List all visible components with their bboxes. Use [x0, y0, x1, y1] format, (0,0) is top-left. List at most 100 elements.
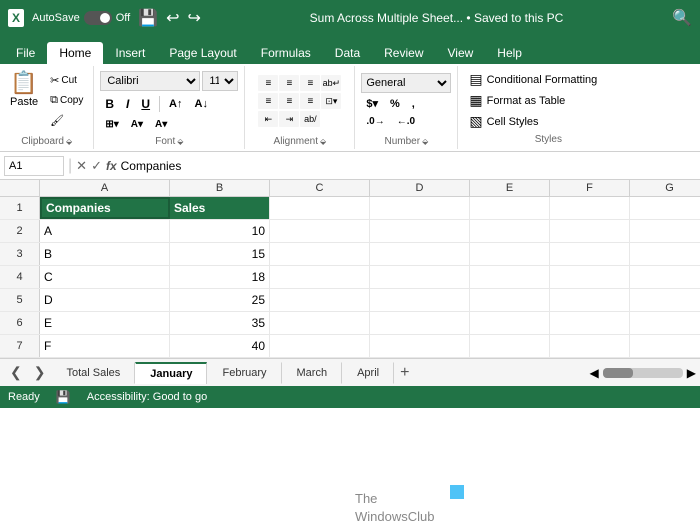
increase-indent-button[interactable]: ⇥ — [279, 111, 299, 127]
scrollbar-right[interactable]: ▶ — [687, 366, 696, 380]
tab-home[interactable]: Home — [47, 42, 103, 64]
increase-font-button[interactable]: A↑ — [164, 96, 187, 112]
cell-e1[interactable] — [470, 197, 550, 219]
tab-page-layout[interactable]: Page Layout — [157, 42, 248, 64]
cell-e2[interactable] — [470, 220, 550, 242]
cell-a6[interactable]: E — [40, 312, 170, 334]
formula-input[interactable] — [121, 159, 696, 173]
autosave-toggle[interactable] — [84, 11, 112, 25]
col-header-g[interactable]: G — [630, 180, 700, 196]
align-top-center-button[interactable]: ≡ — [279, 75, 299, 91]
align-top-left-button[interactable]: ≡ — [258, 75, 278, 91]
cell-g2[interactable] — [630, 220, 700, 242]
bold-button[interactable]: B — [100, 95, 119, 113]
tab-data[interactable]: Data — [323, 42, 372, 64]
cell-b3[interactable]: 15 — [170, 243, 270, 265]
conditional-formatting-button[interactable]: ▤ Conditional Formatting — [466, 70, 600, 89]
col-header-f[interactable]: F — [550, 180, 630, 196]
tab-view[interactable]: View — [436, 42, 486, 64]
cell-b7[interactable]: 40 — [170, 335, 270, 357]
cell-g5[interactable] — [630, 289, 700, 311]
cell-c3[interactable] — [270, 243, 370, 265]
cell-b5[interactable]: 25 — [170, 289, 270, 311]
cell-e6[interactable] — [470, 312, 550, 334]
fx-icon[interactable]: fx — [106, 159, 117, 173]
col-header-a[interactable]: A — [40, 180, 170, 196]
cell-f7[interactable] — [550, 335, 630, 357]
tab-insert[interactable]: Insert — [103, 42, 157, 64]
col-header-e[interactable]: E — [470, 180, 550, 196]
cell-e7[interactable] — [470, 335, 550, 357]
currency-button[interactable]: $▾ — [361, 95, 383, 112]
merge-button[interactable]: ⊡▾ — [321, 93, 341, 109]
align-right-button[interactable]: ≡ — [300, 93, 320, 109]
number-format-select[interactable]: General — [361, 73, 451, 93]
scrollbar-left[interactable]: ◀ — [590, 366, 599, 380]
cell-a2[interactable]: A — [40, 220, 170, 242]
align-left-button[interactable]: ≡ — [258, 93, 278, 109]
cut-button[interactable]: ✂ Cut — [46, 72, 87, 89]
increase-decimal-button[interactable]: .0→ — [361, 114, 389, 129]
cell-c7[interactable] — [270, 335, 370, 357]
font-size-select[interactable]: 11 — [202, 71, 238, 91]
fill-color-button[interactable]: A▾ — [126, 117, 148, 132]
format-painter-button[interactable]: 🖌 — [46, 112, 87, 129]
italic-button[interactable]: I — [121, 95, 134, 113]
comma-button[interactable]: , — [407, 96, 420, 112]
col-header-c[interactable]: C — [270, 180, 370, 196]
sheet-nav-left[interactable]: ❮ — [4, 362, 28, 383]
font-color-button[interactable]: A▾ — [150, 117, 172, 132]
tab-file[interactable]: File — [4, 42, 47, 64]
cell-b6[interactable]: 35 — [170, 312, 270, 334]
tab-review[interactable]: Review — [372, 42, 435, 64]
align-center-button[interactable]: ≡ — [279, 93, 299, 109]
cell-a5[interactable]: D — [40, 289, 170, 311]
cell-f1[interactable] — [550, 197, 630, 219]
cell-g6[interactable] — [630, 312, 700, 334]
search-icon[interactable]: 🔍 — [672, 8, 692, 28]
copy-button[interactable]: ⧉ Copy — [46, 92, 87, 109]
align-top-right-button[interactable]: ≡ — [300, 75, 320, 91]
sheet-tab-total-sales[interactable]: Total Sales — [51, 362, 135, 384]
sheet-tab-april[interactable]: April — [342, 362, 394, 384]
cell-a3[interactable]: B — [40, 243, 170, 265]
col-header-b[interactable]: B — [170, 180, 270, 196]
underline-button[interactable]: U — [136, 95, 155, 113]
font-family-select[interactable]: Calibri — [100, 71, 200, 91]
cell-f2[interactable] — [550, 220, 630, 242]
cell-a7[interactable]: F — [40, 335, 170, 357]
cell-c1[interactable] — [270, 197, 370, 219]
cancel-icon[interactable]: ✕ — [76, 158, 87, 174]
col-header-d[interactable]: D — [370, 180, 470, 196]
paste-button[interactable]: 📋 Paste — [6, 68, 42, 110]
tab-help[interactable]: Help — [485, 42, 534, 64]
border-button[interactable]: ⊞▾ — [100, 117, 123, 132]
redo-icon[interactable]: ↪ — [188, 8, 201, 28]
sheet-tab-january[interactable]: January — [135, 362, 207, 384]
cell-f5[interactable] — [550, 289, 630, 311]
cell-b2[interactable]: 10 — [170, 220, 270, 242]
cell-d5[interactable] — [370, 289, 470, 311]
cell-reference-box[interactable]: A1 — [4, 156, 64, 176]
wrap-text-button[interactable]: ab↵ — [321, 75, 341, 91]
cell-g3[interactable] — [630, 243, 700, 265]
cell-c4[interactable] — [270, 266, 370, 288]
decrease-decimal-button[interactable]: ←.0 — [392, 114, 420, 129]
cell-c6[interactable] — [270, 312, 370, 334]
orientation-button[interactable]: ab/ — [300, 111, 320, 127]
cell-d4[interactable] — [370, 266, 470, 288]
save-icon[interactable]: 💾 — [138, 8, 158, 28]
cell-g1[interactable] — [630, 197, 700, 219]
cell-f4[interactable] — [550, 266, 630, 288]
cell-d1[interactable] — [370, 197, 470, 219]
cell-g7[interactable] — [630, 335, 700, 357]
cell-e4[interactable] — [470, 266, 550, 288]
scrollbar-thumb[interactable] — [603, 368, 633, 378]
cell-f3[interactable] — [550, 243, 630, 265]
cell-d6[interactable] — [370, 312, 470, 334]
cell-a1[interactable]: Companies — [40, 197, 170, 219]
cell-d2[interactable] — [370, 220, 470, 242]
cell-e5[interactable] — [470, 289, 550, 311]
undo-icon[interactable]: ↩ — [166, 8, 179, 28]
format-as-table-button[interactable]: ▦ Format as Table — [466, 91, 568, 110]
